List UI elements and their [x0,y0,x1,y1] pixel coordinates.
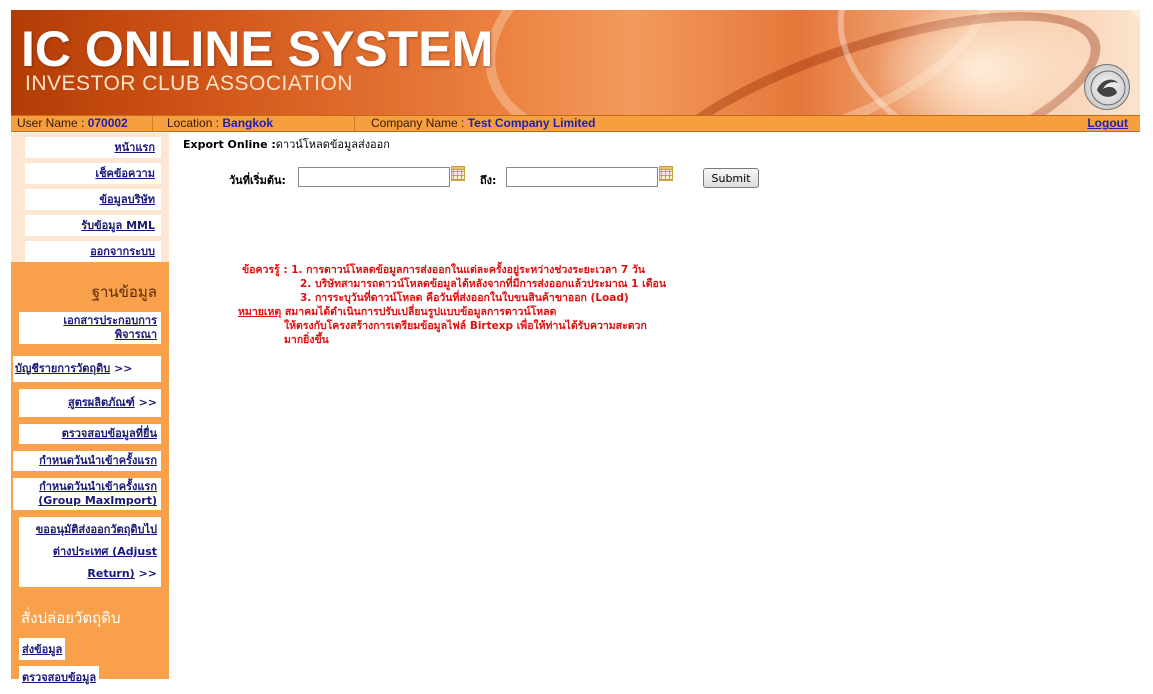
menu-receive-mml[interactable]: รับข้อมูล MML [25,215,161,236]
menu-label: ตรวจสอบข้อมูลที่ยื่น [61,427,157,440]
menu-logout[interactable]: ออกจากระบบ [25,241,161,262]
logout-link[interactable]: Logout [1087,116,1128,131]
menu-label: เอกสารประกอบการพิจารณา [63,314,157,341]
app-title: IC ONLINE SYSTEM [21,21,494,77]
sidebar: หน้าแรก เช็คข้อความ ข้อมูลบริษัท รับข้อม… [11,133,169,688]
menu-send-data[interactable]: ส่งข้อมูล [19,638,66,660]
notice-row: 2. บริษัทสามารถดาวน์โหลดข้อมูลได้หลังจาก… [300,278,666,290]
remark-row: มากยิ่งขึ้น [284,334,329,346]
menu-label: กำหนดวันนำเข้าครั้งแรก (Group MaxImport) [38,480,157,507]
menu-check-submitted-data[interactable]: ตรวจสอบข้อมูลที่ยื่น [19,424,161,444]
note-item: 1. การดาวน์โหลดข้อมูลการส่งออกในแต่ละครั… [291,264,645,276]
remark-row: ให้ตรงกับโครงสร้างการเตรียมข้อมูลไฟล์ Bi… [284,320,647,332]
arrow-icon: >> [138,396,157,409]
end-date-label: ถึง: [480,174,497,187]
menu-product-formula[interactable]: สูตรผลิตภัณฑ์ >> [19,389,161,417]
user-name-cell: User Name : 070002 [11,116,153,131]
page-title-text: ดาวน์โหลดข้อมูลส่งออก [275,138,390,151]
location-value: Bangkok [222,116,274,130]
location-label: Location : [167,116,223,130]
submit-button[interactable]: Submit [703,168,759,188]
menu-check-data[interactable]: ตรวจสอบข้อมูล [19,666,100,688]
release-menu: ส่งข้อมูล ตรวจสอบข้อมูล [11,638,169,694]
remark-label: หมายเหตุ [238,306,282,318]
notice-row: ข้อควรรู้ : 1. การดาวน์โหลดข้อมูลการส่งอ… [242,263,666,277]
user-info-bar: User Name : 070002 Location : Bangkok Co… [11,115,1140,132]
header-banner: IC ONLINE SYSTEM INVESTOR CLUB ASSOCIATI… [11,10,1140,115]
page-title: Export Online :ดาวน์โหลดข้อมูลส่งออก [183,135,390,153]
calendar-icon[interactable] [450,166,466,182]
notice-box: ข้อควรรู้ : 1. การดาวน์โหลดข้อมูลการส่งอ… [238,263,666,347]
menu-home[interactable]: หน้าแรก [25,137,161,158]
note-label: ข้อควรรู้ : [242,264,288,276]
menu-company-info[interactable]: ข้อมูลบริษัท [25,189,161,210]
remark-text: สมาคมได้ดำเนินการปรับเปลี่ยนรูปแบบข้อมูล… [284,306,557,318]
calendar-icon[interactable] [658,166,674,182]
banner-decoration [871,10,1091,115]
menu-supporting-documents[interactable]: เอกสารประกอบการพิจารณา [19,312,161,344]
menu-label: สูตรผลิตภัณฑ์ [68,396,135,409]
start-date-input[interactable] [298,167,450,187]
menu-label: กำหนดวันนำเข้าครั้งแรก [39,454,157,467]
menu-adjust-return[interactable]: ขออนุมัติส่งออกวัตถุดิบไปต่างประเทศ (Adj… [19,517,161,587]
end-date-input[interactable] [506,167,658,187]
section-release-title: สั่งปล่อยวัตถุดิบ [21,609,121,627]
section-database-title: ฐานข้อมูล [91,283,157,301]
company-cell: Company Name : Test Company Limited [365,116,765,131]
start-date-label: วันที่เริ่มต้น: [229,174,286,187]
notice-row: 3. การระบุวันที่ดาวน์โหลด คือวันที่ส่งออ… [300,292,629,304]
user-name-label: User Name : [17,116,88,130]
menu-first-import-date[interactable]: กำหนดวันนำเข้าครั้งแรก [13,451,161,471]
app-subtitle: INVESTOR CLUB ASSOCIATION [25,72,353,95]
company-value: Test Company Limited [467,116,596,130]
menu-label: บัญชีรายการวัตถุดิบ [15,362,111,375]
sidebar-top-menu: หน้าแรก เช็คข้อความ ข้อมูลบริษัท รับข้อม… [11,133,169,262]
arrow-icon: >> [114,362,133,375]
menu-material-list[interactable]: บัญชีรายการวัตถุดิบ >> [13,356,161,382]
arrow-icon: >> [138,567,157,580]
menu-first-import-date-group[interactable]: กำหนดวันนำเข้าครั้งแรก (Group MaxImport) [13,478,161,510]
remark-row: หมายเหตุ สมาคมได้ดำเนินการปรับเปลี่ยนรูป… [238,305,666,319]
location-cell: Location : Bangkok [161,116,355,131]
menu-check-messages[interactable]: เช็คข้อความ [25,163,161,184]
boi-seal-icon [1084,64,1130,110]
company-label: Company Name : [371,116,468,130]
user-name-value: 070002 [87,116,128,130]
database-menu: เอกสารประกอบการพิจารณา บัญชีรายการวัตถุด… [11,312,169,587]
page-title-prefix: Export Online : [183,138,276,151]
